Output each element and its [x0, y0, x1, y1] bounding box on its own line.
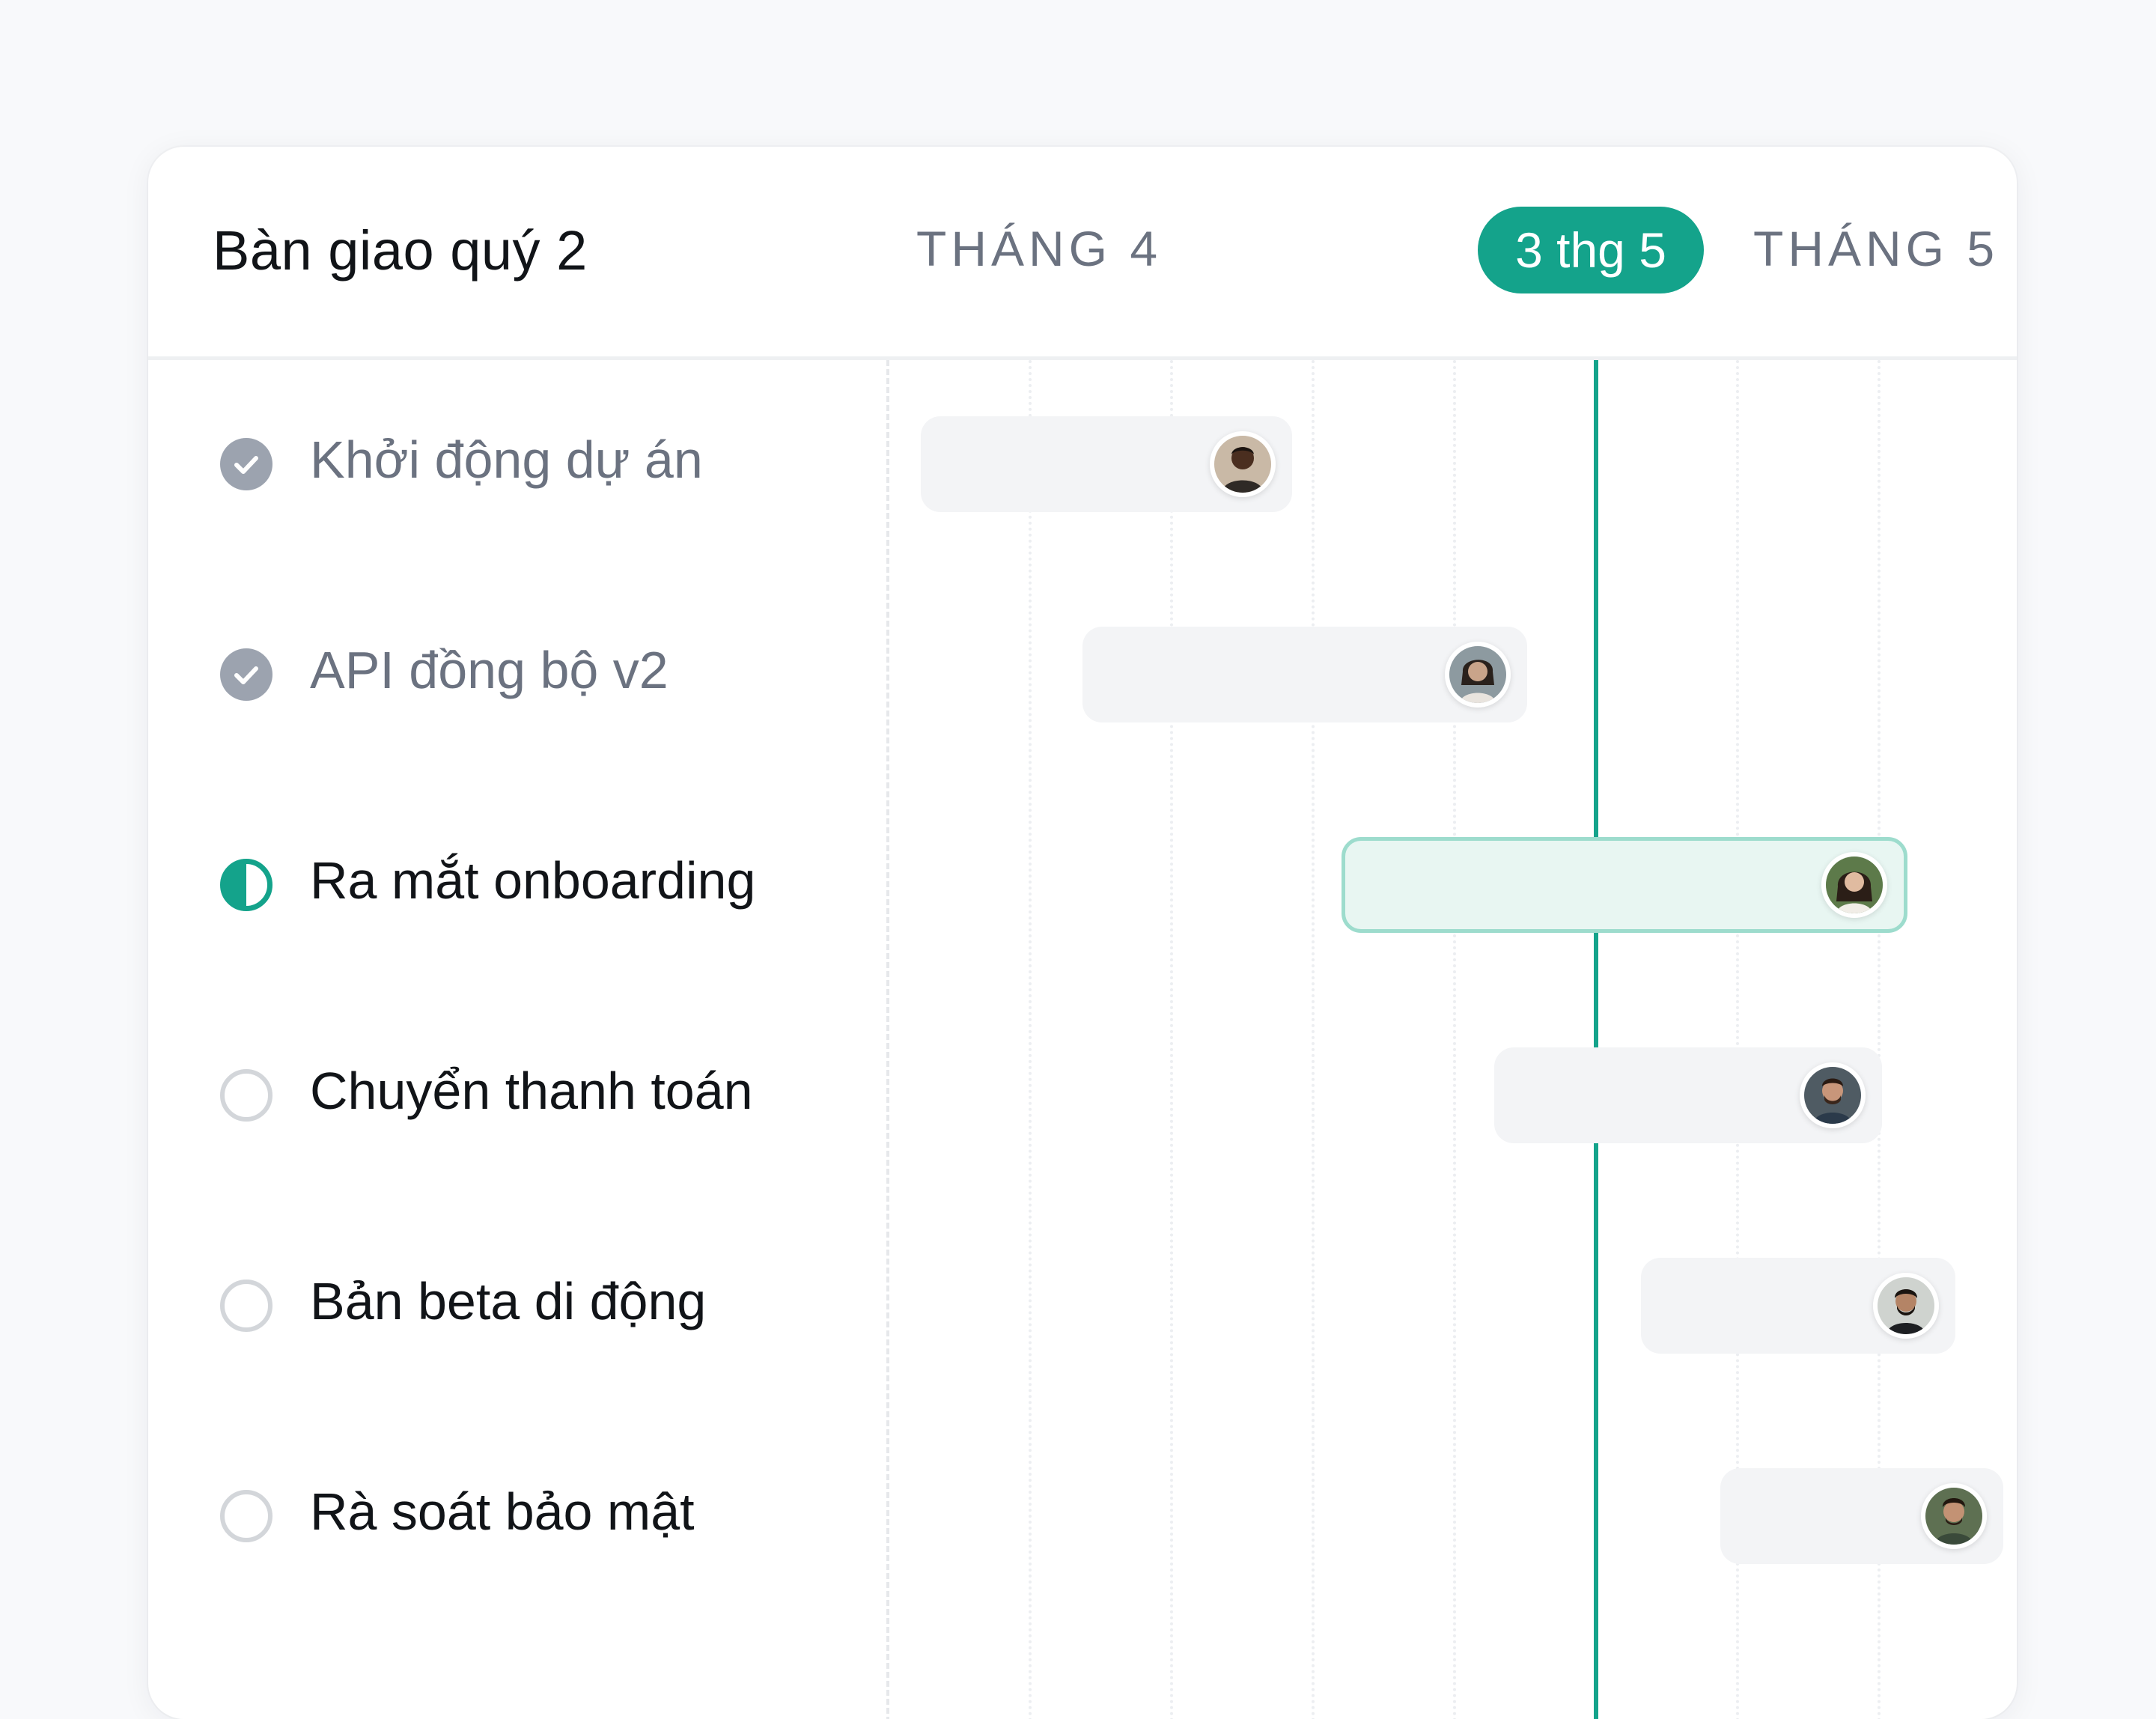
today-marker-badge[interactable]: 3 thg 5 — [1478, 207, 1704, 293]
task-label[interactable]: Khởi động dự án — [310, 430, 703, 490]
task-label[interactable]: Ra mắt onboarding — [310, 851, 755, 910]
person-1-avatar[interactable] — [1210, 431, 1276, 497]
week-gridline — [1453, 360, 1456, 1719]
week-gridline — [1029, 360, 1032, 1719]
task-label[interactable]: API đồng bộ v2 — [310, 640, 669, 700]
person-3-avatar[interactable] — [1821, 852, 1887, 918]
today-line — [1594, 360, 1598, 1719]
month-label-may: THÁNG 5 — [1753, 221, 2000, 276]
todo-status-icon[interactable] — [220, 1069, 272, 1122]
task-bar[interactable] — [1082, 627, 1527, 722]
completed-status-icon[interactable] — [220, 648, 272, 701]
todo-status-icon[interactable] — [220, 1490, 272, 1542]
person-5-avatar[interactable] — [1873, 1273, 1939, 1339]
page-title: Bàn giao quý 2 — [213, 219, 588, 282]
task-label[interactable]: Rà soát bảo mật — [310, 1482, 695, 1542]
task-label[interactable]: Chuyển thanh toán — [310, 1061, 753, 1121]
timeline-header: Bàn giao quý 2 THÁNG 4 3 thg 5 THÁNG 5 — [148, 147, 2017, 360]
task-bar[interactable] — [921, 416, 1292, 512]
task-bar[interactable] — [1720, 1468, 2003, 1564]
current-task-bar[interactable] — [1342, 837, 1907, 933]
task-label[interactable]: Bản beta di động — [310, 1271, 706, 1331]
in-progress-status-icon[interactable] — [220, 859, 272, 911]
person-6-avatar[interactable] — [1921, 1483, 1987, 1549]
task-bar[interactable] — [1494, 1047, 1882, 1143]
person-4-avatar[interactable] — [1800, 1062, 1866, 1128]
week-gridline — [1170, 360, 1173, 1719]
person-2-avatar[interactable] — [1445, 642, 1511, 708]
sidebar-divider — [886, 360, 889, 1719]
timeline-card: Bàn giao quý 2 THÁNG 4 3 thg 5 THÁNG 5 K… — [148, 147, 2017, 1719]
task-bar[interactable] — [1641, 1258, 1955, 1354]
todo-status-icon[interactable] — [220, 1280, 272, 1332]
month-label-april: THÁNG 4 — [916, 221, 1163, 276]
completed-status-icon[interactable] — [220, 438, 272, 490]
week-gridline — [1312, 360, 1315, 1719]
